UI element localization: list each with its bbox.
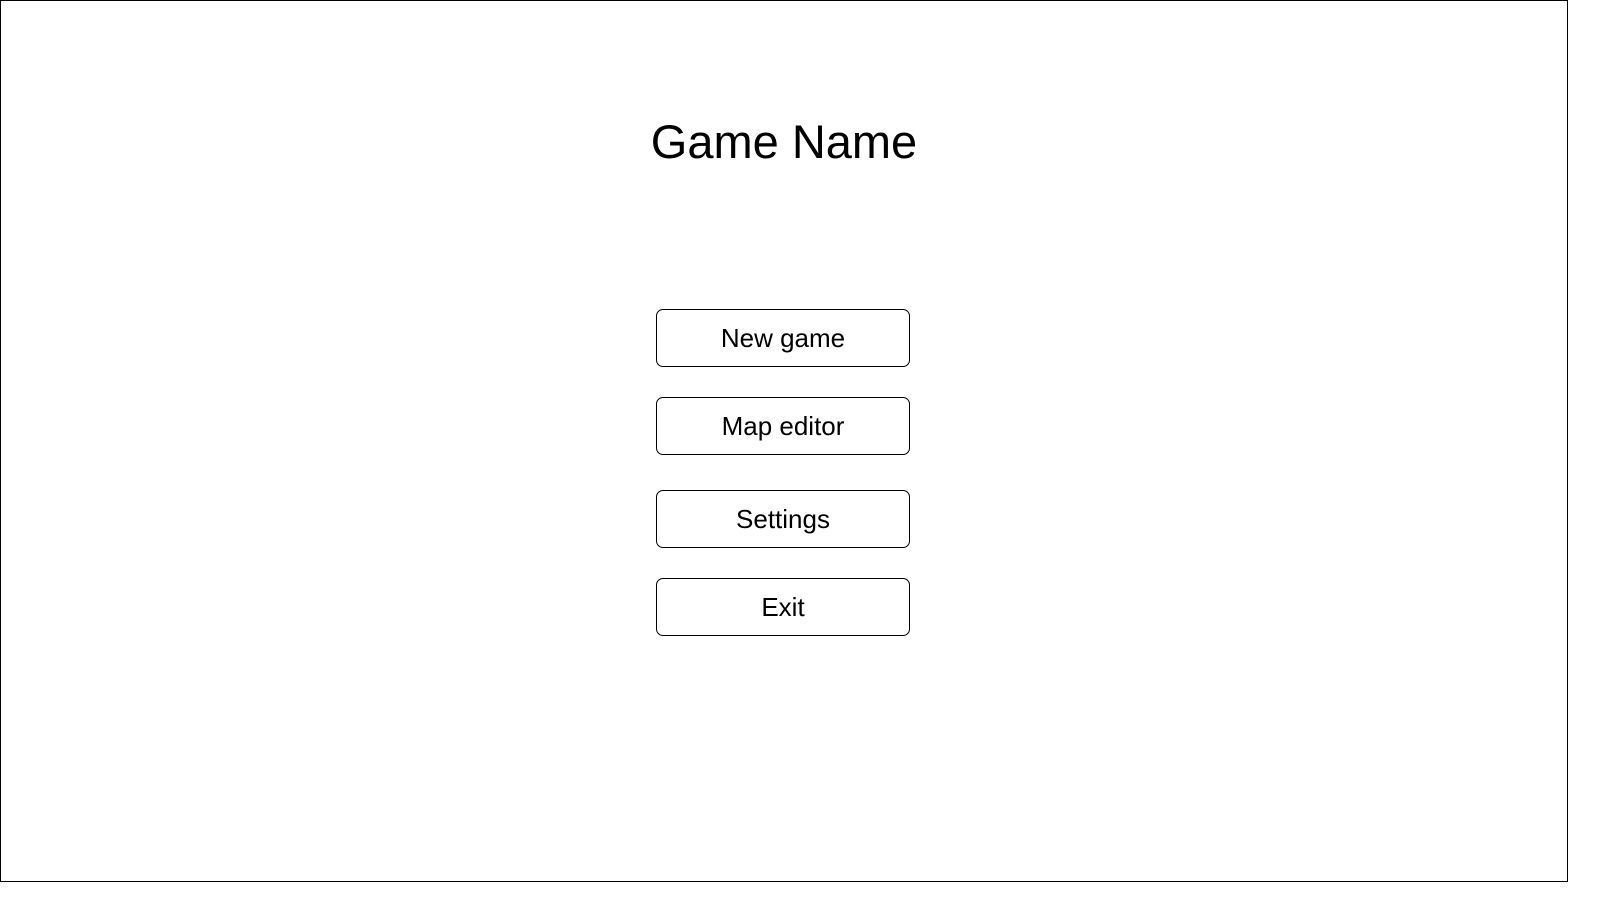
game-title: Game Name	[650, 115, 918, 168]
new-game-button[interactable]: New game	[656, 309, 910, 367]
main-menu-screen: Game Name New game Map editor Settings E…	[0, 0, 1568, 882]
settings-button[interactable]: Settings	[656, 490, 910, 548]
map-editor-button[interactable]: Map editor	[656, 397, 910, 455]
exit-button[interactable]: Exit	[656, 578, 910, 636]
